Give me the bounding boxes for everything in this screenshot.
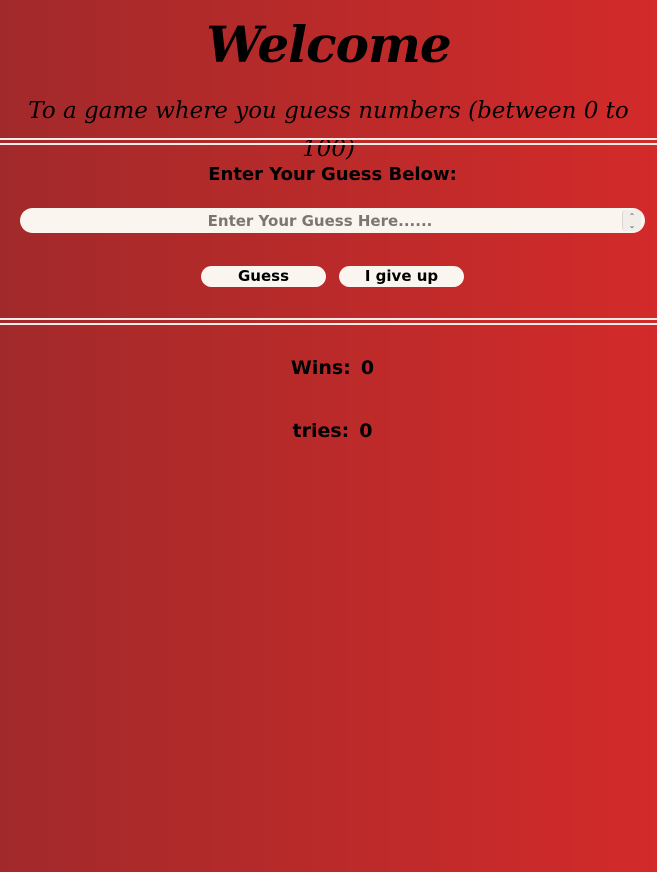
- divider-top: [0, 138, 657, 145]
- wins-label: Wins:: [290, 357, 351, 379]
- tries-label: tries:: [292, 420, 350, 442]
- tries-stat: tries: 0: [0, 418, 657, 444]
- guess-input[interactable]: [20, 208, 620, 233]
- wins-stat: Wins: 0: [0, 355, 657, 381]
- chevron-up-icon[interactable]: ⌃: [629, 212, 636, 221]
- chevron-down-icon[interactable]: ⌄: [629, 221, 636, 230]
- page-title: Welcome: [206, 15, 451, 74]
- page-subtitle: To a game where you guess numbers (betwe…: [28, 98, 629, 162]
- give-up-button[interactable]: I give up: [339, 266, 464, 287]
- wins-value: 0: [360, 357, 375, 379]
- number-spinner[interactable]: ⌃ ⌄: [622, 210, 641, 231]
- tries-value: 0: [359, 420, 373, 442]
- guess-button[interactable]: Guess: [201, 266, 326, 287]
- guess-label: Enter Your Guess Below:: [208, 164, 457, 185]
- divider-bottom: [0, 318, 657, 325]
- guess-input-container: ⌃ ⌄: [20, 208, 645, 233]
